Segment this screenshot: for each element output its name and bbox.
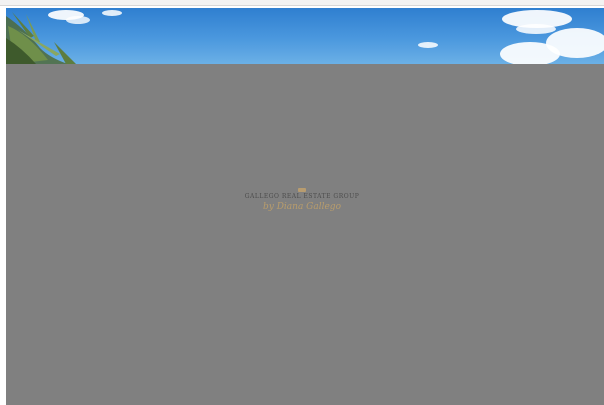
hero-banner xyxy=(6,8,604,405)
hero-sky-image xyxy=(6,8,604,64)
palm-tree-image xyxy=(6,12,76,64)
cloud-shape xyxy=(102,10,122,16)
cloud-shape xyxy=(500,42,560,64)
browser-top-bar xyxy=(0,0,604,6)
hero-gray-overlay xyxy=(6,64,604,405)
cloud-shape xyxy=(516,24,556,34)
cloud-shape xyxy=(418,42,438,48)
